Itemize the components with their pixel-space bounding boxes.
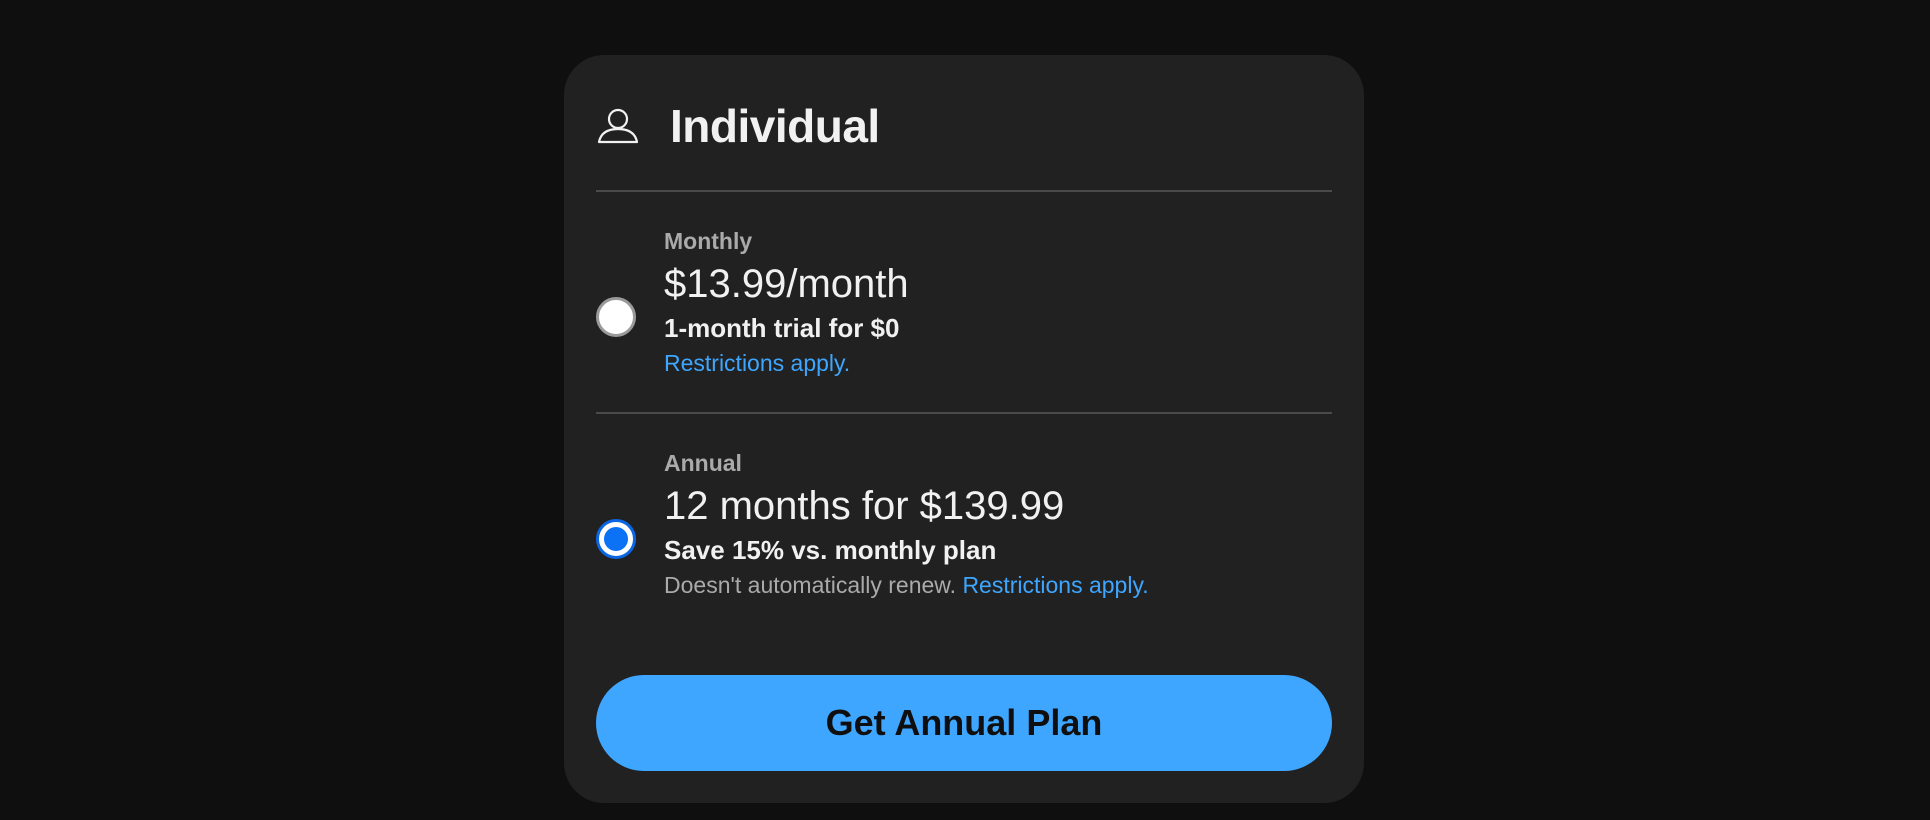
plan-price: $13.99/month xyxy=(664,262,909,306)
plan-note: Save 15% vs. monthly plan xyxy=(664,535,997,565)
plan-card: Individual Monthly $13.99/month 1-month … xyxy=(564,55,1364,803)
person-icon xyxy=(596,104,640,148)
restrictions-link[interactable]: Restrictions apply. xyxy=(664,350,850,376)
plan-note: 1-month trial for $0 xyxy=(664,313,900,343)
annual-radio[interactable] xyxy=(596,519,636,559)
plan-option-monthly[interactable]: Monthly $13.99/month 1-month trial for $… xyxy=(596,227,1332,397)
plan-header: Individual xyxy=(596,91,880,161)
plan-name: Annual xyxy=(664,450,742,476)
monthly-radio[interactable] xyxy=(596,297,636,337)
plan-option-annual[interactable]: Annual 12 months for $139.99 Save 15% vs… xyxy=(596,449,1332,619)
monthly-text: Monthly $13.99/month 1-month trial for $… xyxy=(664,227,909,379)
plan-price: 12 months for $139.99 xyxy=(664,484,1065,528)
plan-fine-print: Doesn't automatically renew. Restriction… xyxy=(664,569,1149,601)
get-annual-plan-button[interactable]: Get Annual Plan xyxy=(596,675,1332,771)
restrictions-link[interactable]: Restrictions apply. xyxy=(962,572,1148,598)
plan-fine-print: Restrictions apply. xyxy=(664,347,909,379)
annual-text: Annual 12 months for $139.99 Save 15% vs… xyxy=(664,449,1149,601)
plan-name: Monthly xyxy=(664,228,753,254)
page-title: Individual xyxy=(670,100,880,152)
divider xyxy=(596,190,1332,192)
divider xyxy=(596,412,1332,414)
fine-print-text: Doesn't automatically renew. xyxy=(664,572,963,598)
radio-selected-dot xyxy=(604,527,628,551)
